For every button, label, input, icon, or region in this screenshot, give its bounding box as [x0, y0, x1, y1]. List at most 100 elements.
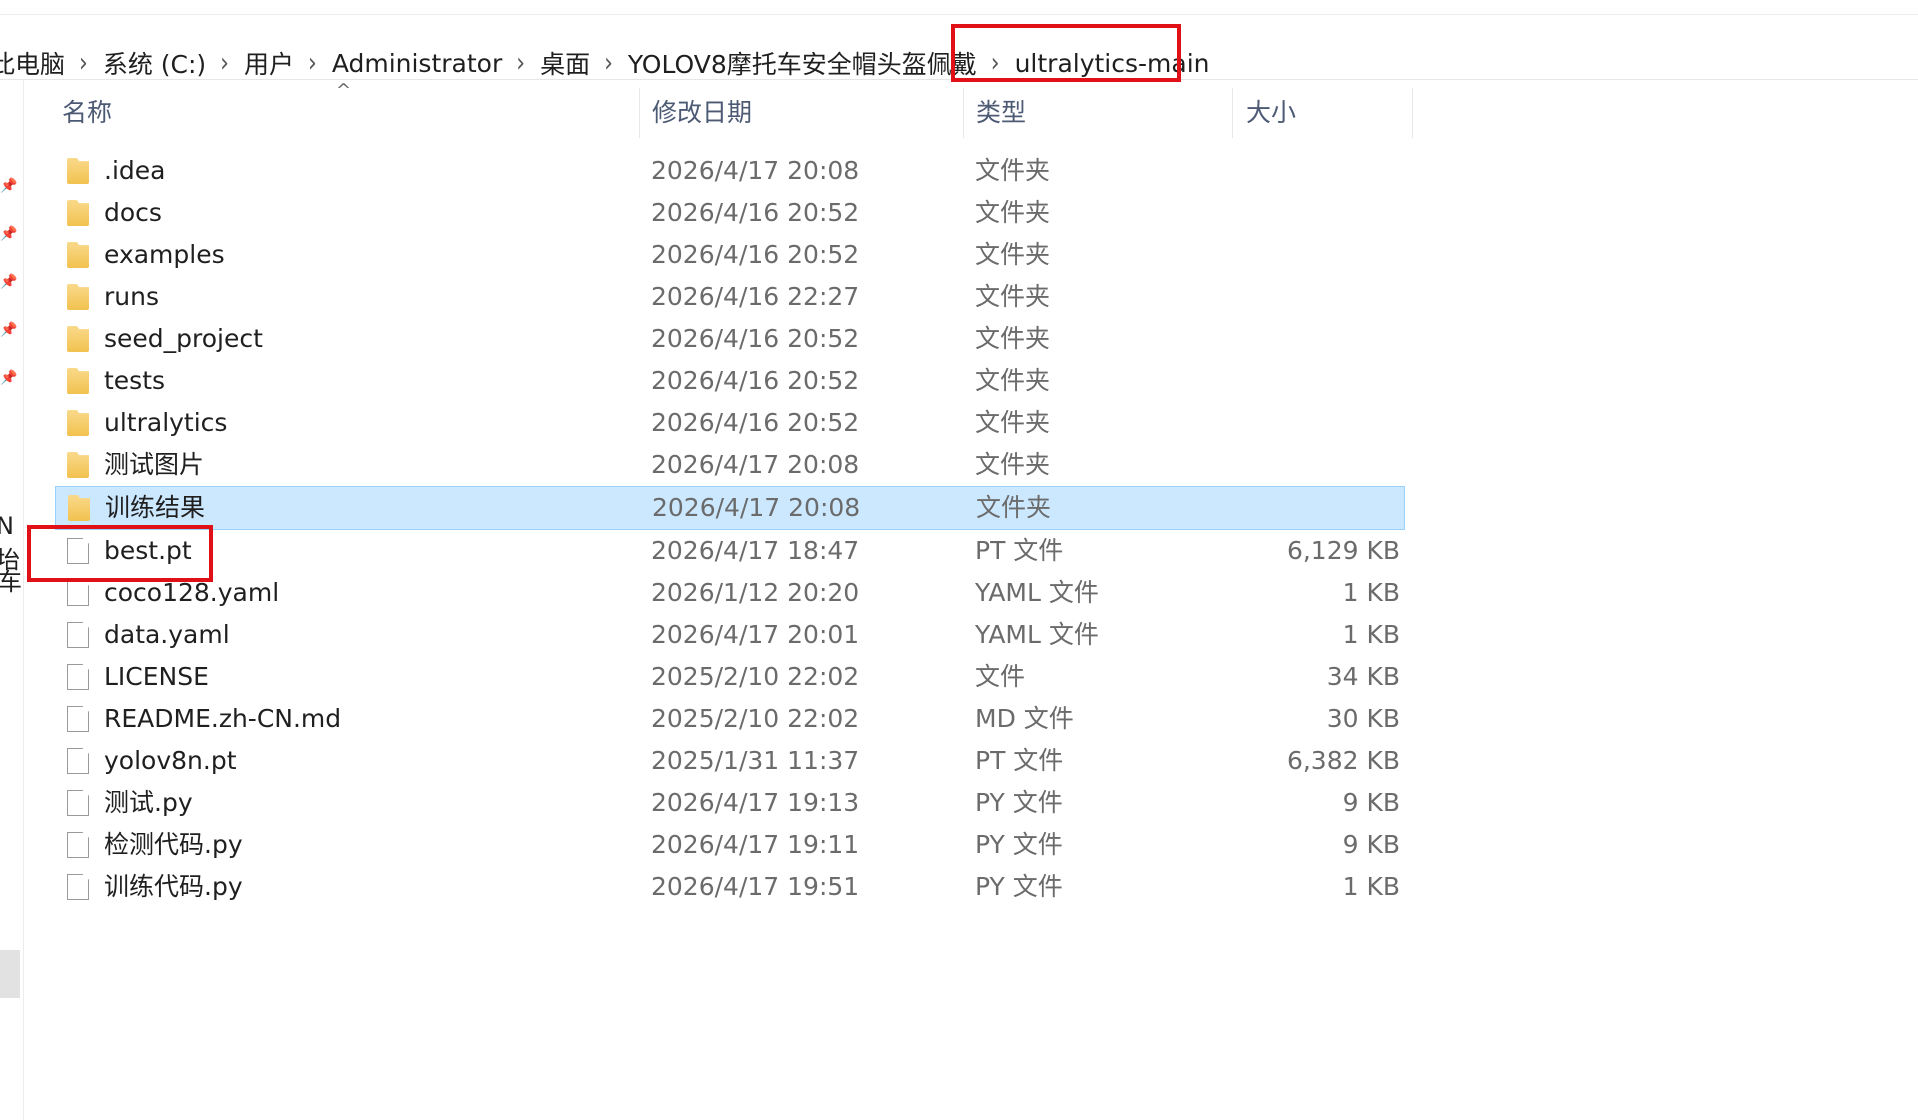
file-type: 文件夹: [975, 156, 1051, 185]
file-icon: [67, 874, 89, 900]
folder-row[interactable]: runs 2026/4/16 22:27 文件夹: [55, 276, 1405, 318]
file-type: PT 文件: [975, 746, 1064, 775]
nav-scrollbar-thumb[interactable]: [0, 950, 20, 998]
nav-item-fragment[interactable]: 车: [0, 562, 22, 597]
file-type: 文件夹: [975, 408, 1051, 437]
file-row[interactable]: best.pt 2026/4/17 18:47 PT 文件 6,129 KB: [55, 530, 1405, 572]
breadcrumb-this-pc[interactable]: 此电脑: [0, 45, 65, 81]
file-name: ultralytics: [104, 408, 228, 437]
file-name: 测试图片: [104, 450, 205, 479]
file-size: 6,129 KB: [1286, 536, 1400, 565]
file-row[interactable]: coco128.yaml 2026/1/12 20:20 YAML 文件 1 KB: [55, 572, 1405, 614]
file-row[interactable]: 检测代码.py 2026/4/17 19:11 PY 文件 9 KB: [55, 824, 1405, 866]
file-icon: [67, 790, 89, 816]
folder-row[interactable]: seed_project 2026/4/16 20:52 文件夹: [55, 318, 1405, 360]
folder-icon: [68, 495, 90, 521]
column-divider[interactable]: [639, 88, 640, 138]
file-icon: [67, 664, 89, 690]
file-icon: [67, 706, 89, 732]
file-date-modified: 2025/2/10 22:02: [651, 704, 860, 733]
breadcrumb-desktop[interactable]: 桌面: [540, 45, 590, 81]
folder-row[interactable]: tests 2026/4/16 20:52 文件夹: [55, 360, 1405, 402]
folder-row[interactable]: .idea 2026/4/17 20:08 文件夹: [55, 150, 1405, 192]
folder-icon: [67, 242, 89, 268]
file-type: PY 文件: [975, 872, 1063, 901]
file-size: 1 KB: [1342, 872, 1400, 901]
folder-row[interactable]: 训练结果 2026/4/17 20:08 文件夹: [55, 486, 1405, 530]
file-date-modified: 2026/4/17 19:11: [651, 830, 860, 859]
file-date-modified: 2026/4/17 19:13: [651, 788, 860, 817]
file-date-modified: 2026/4/17 20:08: [651, 156, 860, 185]
folder-row[interactable]: 测试图片 2026/4/17 20:08 文件夹: [55, 444, 1405, 486]
file-type: 文件夹: [975, 450, 1051, 479]
column-header-date[interactable]: 修改日期: [652, 88, 752, 138]
file-name: data.yaml: [104, 620, 230, 649]
file-icon: [67, 832, 89, 858]
column-divider[interactable]: [963, 88, 964, 138]
breadcrumb-users[interactable]: 用户: [244, 45, 294, 81]
file-name: LICENSE: [104, 662, 209, 691]
file-date-modified: 2026/4/16 22:27: [651, 282, 860, 311]
pin-icon: 📌: [0, 226, 18, 242]
folder-row[interactable]: ultralytics 2026/4/16 20:52 文件夹: [55, 402, 1405, 444]
breadcrumb-c-drive[interactable]: 系统 (C:): [103, 45, 206, 81]
folder-row[interactable]: examples 2026/4/16 20:52 文件夹: [55, 234, 1405, 276]
column-header-size[interactable]: 大小: [1246, 88, 1296, 138]
file-date-modified: 2026/4/16 20:52: [651, 240, 860, 269]
file-size: 1 KB: [1342, 620, 1400, 649]
file-size: 34 KB: [1326, 662, 1400, 691]
file-type: PY 文件: [975, 788, 1063, 817]
file-type: 文件夹: [975, 198, 1051, 227]
file-type: 文件: [975, 662, 1026, 691]
pin-icon: 📌: [0, 322, 18, 338]
folder-row[interactable]: docs 2026/4/16 20:52 文件夹: [55, 192, 1405, 234]
column-header-type[interactable]: 类型: [976, 88, 1026, 138]
folder-icon: [67, 284, 89, 310]
pin-icon: 📌: [0, 370, 18, 386]
chevron-right-icon[interactable]: ›: [79, 48, 88, 78]
file-name: 训练结果: [105, 493, 206, 522]
file-row[interactable]: 测试.py 2026/4/17 19:13 PY 文件 9 KB: [55, 782, 1405, 824]
file-row[interactable]: LICENSE 2025/2/10 22:02 文件 34 KB: [55, 656, 1405, 698]
chevron-right-icon[interactable]: ›: [220, 48, 229, 78]
file-name: README.zh-CN.md: [104, 704, 342, 733]
column-header-row: 名称 修改日期 类型 大小: [24, 88, 1414, 138]
file-icon: [67, 580, 89, 606]
pin-icon: 📌: [0, 178, 18, 194]
file-date-modified: 2026/4/17 20:08: [651, 450, 860, 479]
breadcrumb-administrator[interactable]: Administrator: [332, 49, 502, 78]
file-date-modified: 2026/4/17 19:51: [651, 872, 860, 901]
file-date-modified: 2026/4/16 20:52: [651, 324, 860, 353]
chevron-right-icon[interactable]: ›: [308, 48, 317, 78]
file-name: yolov8n.pt: [104, 746, 237, 775]
file-size: 9 KB: [1342, 830, 1400, 859]
folder-icon: [67, 158, 89, 184]
navigation-pane[interactable]: 📌 📌 📌 📌 📌 N坮 车: [0, 80, 24, 1120]
column-divider[interactable]: [1412, 88, 1413, 138]
file-row[interactable]: README.zh-CN.md 2025/2/10 22:02 MD 文件 30 KB: [55, 698, 1405, 740]
file-row[interactable]: yolov8n.pt 2025/1/31 11:37 PT 文件 6,382 KB: [55, 740, 1405, 782]
file-type: MD 文件: [975, 704, 1074, 733]
column-divider[interactable]: [1232, 88, 1233, 138]
file-row[interactable]: 训练代码.py 2026/4/17 19:51 PY 文件 1 KB: [55, 866, 1405, 908]
chevron-right-icon[interactable]: ›: [516, 48, 525, 78]
file-list: .idea 2026/4/17 20:08 文件夹 docs 2026/4/16 20:…: [55, 150, 1405, 908]
folder-icon: [67, 368, 89, 394]
file-size: 1 KB: [1342, 578, 1400, 607]
breadcrumb-project[interactable]: YOLOV8摩托车安全帽头盔佩戴: [628, 45, 977, 81]
file-name: examples: [104, 240, 225, 269]
pin-icon: 📌: [0, 274, 18, 290]
folder-icon: [67, 452, 89, 478]
file-date-modified: 2026/4/16 20:52: [651, 408, 860, 437]
file-name: .idea: [104, 156, 166, 185]
file-type: 文件夹: [975, 282, 1051, 311]
chevron-right-icon[interactable]: ›: [604, 48, 613, 78]
column-header-name[interactable]: 名称: [62, 88, 112, 138]
file-size: 9 KB: [1342, 788, 1400, 817]
file-row[interactable]: data.yaml 2026/4/17 20:01 YAML 文件 1 KB: [55, 614, 1405, 656]
file-type: 文件夹: [975, 240, 1051, 269]
file-type: YAML 文件: [975, 620, 1099, 649]
file-name: runs: [104, 282, 159, 311]
file-date-modified: 2026/4/16 20:52: [651, 198, 860, 227]
file-date-modified: 2026/4/17 18:47: [651, 536, 860, 565]
